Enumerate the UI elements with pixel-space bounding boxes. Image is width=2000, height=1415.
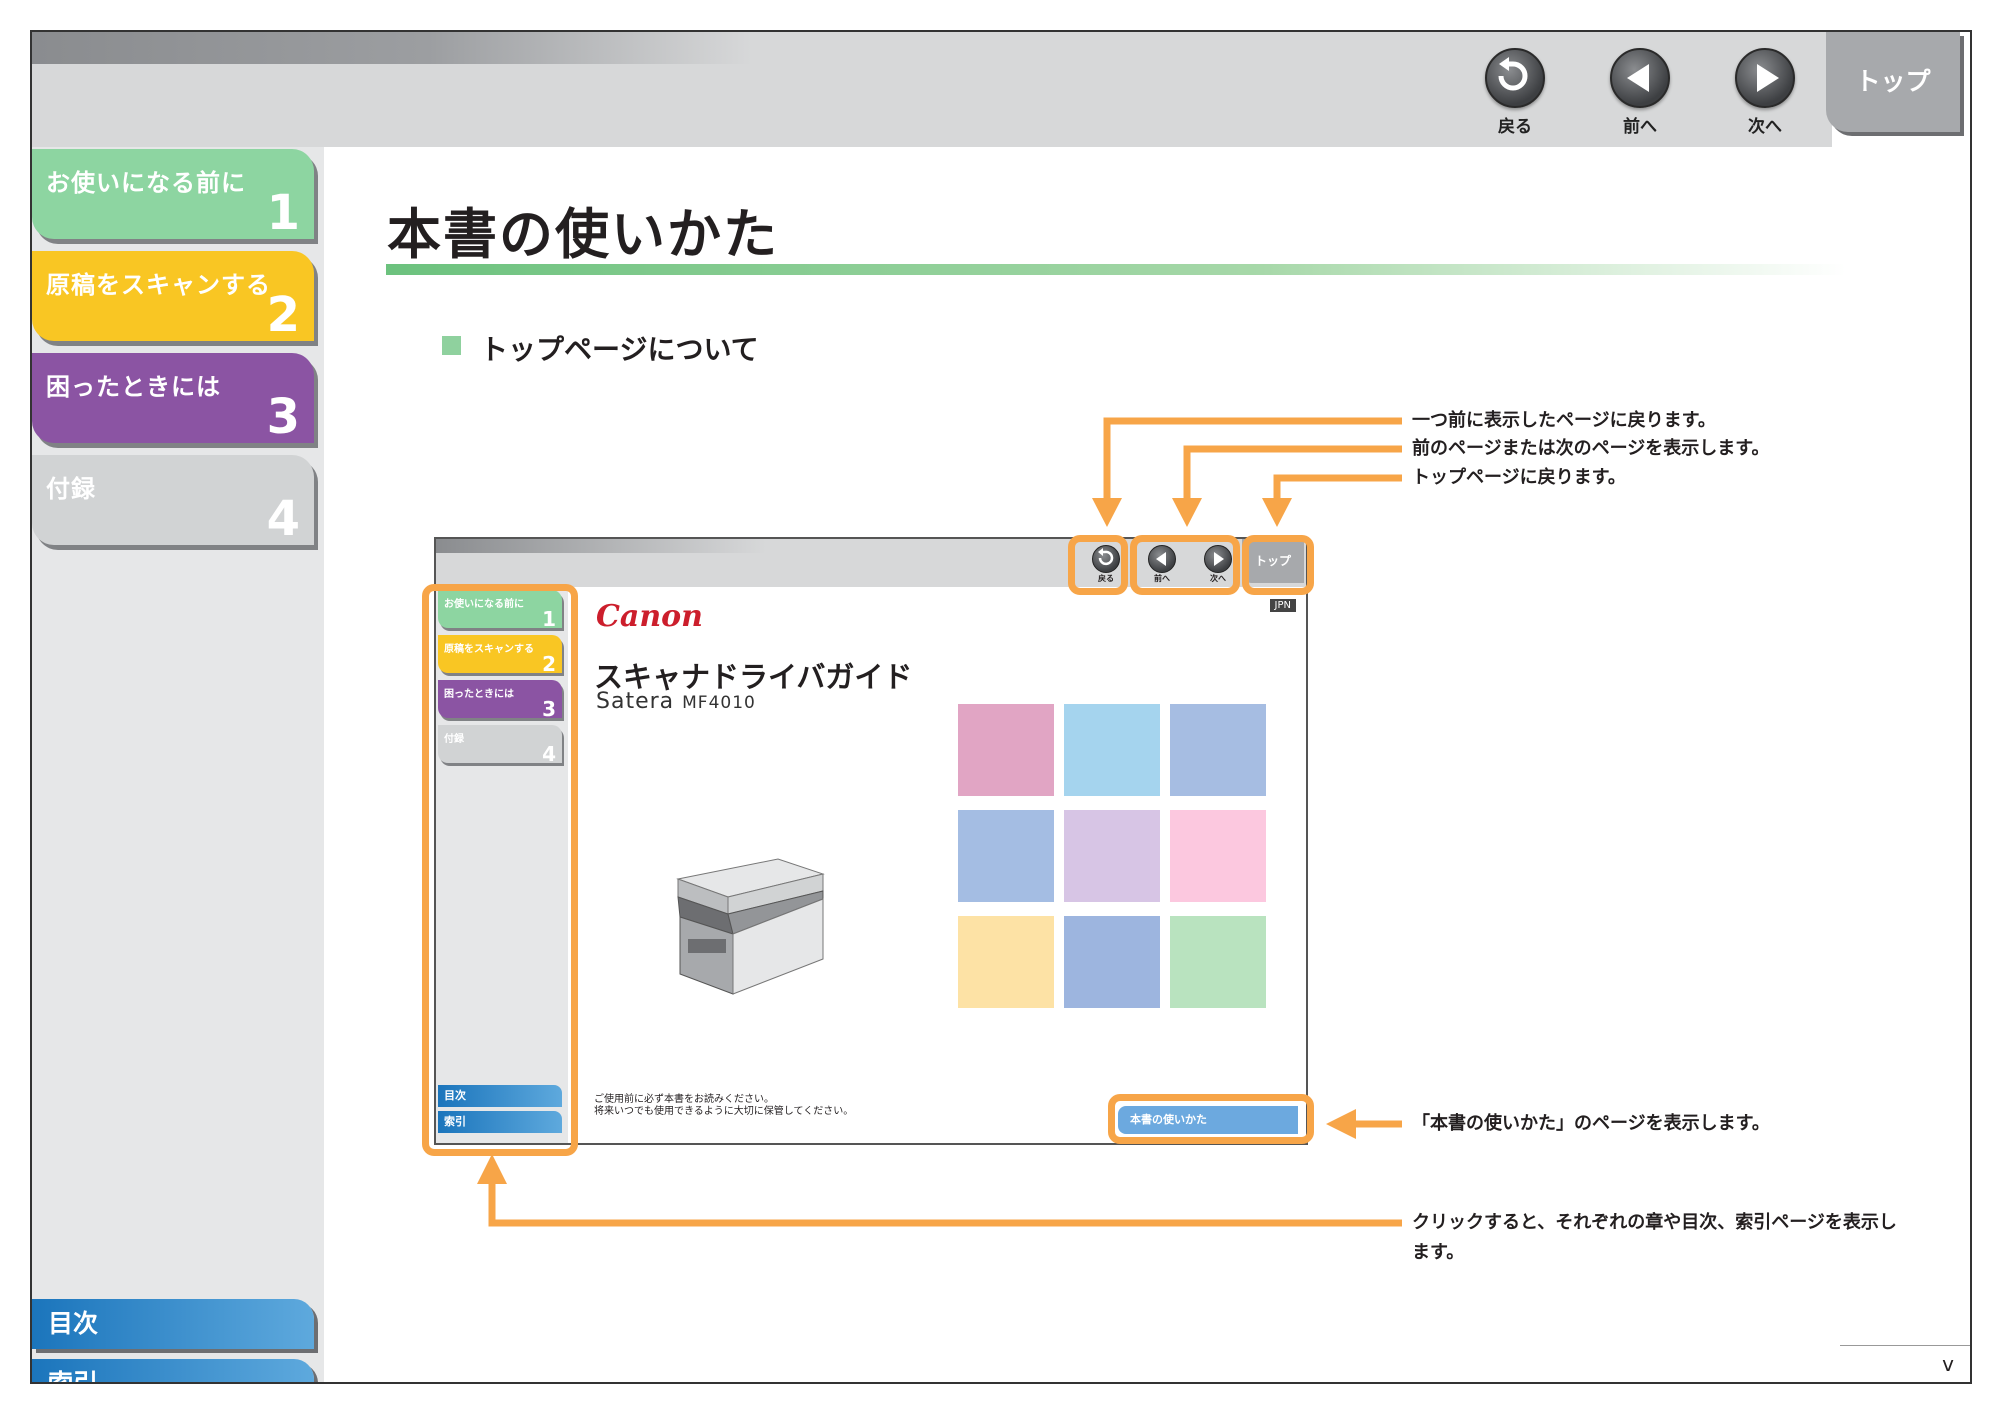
callout-chapters: クリックすると、それぞれの章や目次、索引ページを表示します。 <box>1412 1212 1897 1263</box>
color-square <box>1170 810 1266 902</box>
page-frame: 戻る 前へ 次へ トップ お使いになる前に 1 原稿をスキャンする 2 困ったと… <box>30 30 1972 1384</box>
callout-top: トップページに戻ります。 <box>1412 467 1626 488</box>
color-square <box>1170 916 1266 1008</box>
color-square <box>958 810 1054 902</box>
highlight-prevnext <box>1130 535 1240 595</box>
product-name: Satera MF4010 <box>596 689 756 714</box>
page-number: v <box>1942 1352 1954 1376</box>
canon-logo: Canon <box>596 599 703 634</box>
callout-back: 一つ前に表示したページに戻ります。 <box>1412 410 1716 431</box>
mockup-note: ご使用前に必ず本書をお読みください。 将来いつでも使用できるように大切に保管してく… <box>594 1094 854 1117</box>
color-square <box>958 916 1054 1008</box>
language-badge: JPN <box>1269 599 1296 612</box>
color-square <box>1170 704 1266 796</box>
highlight-back <box>1068 535 1128 595</box>
highlight-sidebar <box>422 584 578 1156</box>
callout-howto: 「本書の使いかた」のページを表示します。 <box>1412 1113 1770 1134</box>
printer-image <box>676 858 825 995</box>
color-square <box>1064 704 1160 796</box>
color-square <box>1064 916 1160 1008</box>
color-square <box>1064 810 1160 902</box>
color-square <box>958 704 1054 796</box>
highlight-howto <box>1108 1094 1314 1144</box>
callout-prevnext: 前のページまたは次のページを表示します。 <box>1412 438 1770 459</box>
highlight-top <box>1242 535 1314 595</box>
